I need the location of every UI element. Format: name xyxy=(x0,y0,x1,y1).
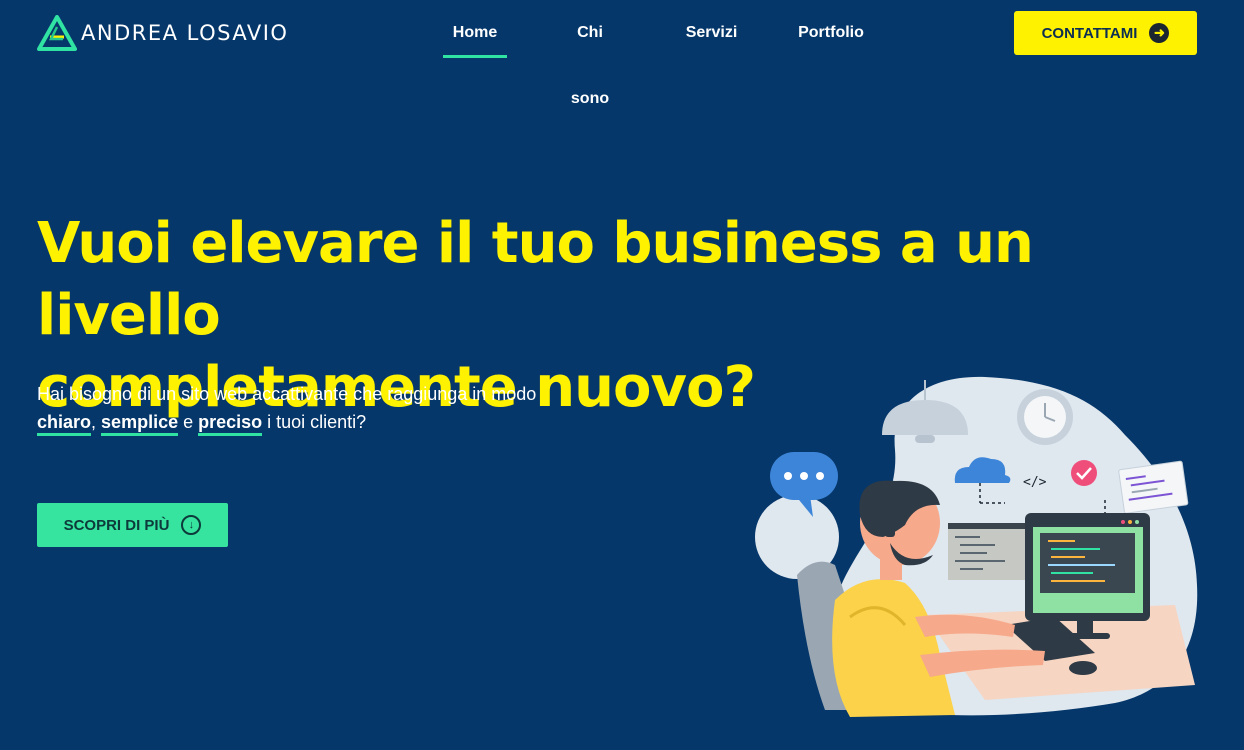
nav-item-chi-sono[interactable]: Chi sono xyxy=(557,0,623,107)
code-card-small xyxy=(1118,460,1189,514)
triangle-logo-icon xyxy=(37,15,77,51)
code-card-grey xyxy=(948,523,1028,580)
separator-comma: , xyxy=(91,412,102,432)
contact-button[interactable]: CONTATTAMI ➜ xyxy=(1014,11,1197,55)
hero-title-line-1: Vuoi elevare il tuo business a un livell… xyxy=(37,211,1034,348)
mouse-icon xyxy=(1069,661,1097,675)
brand-name: ANDREA LOSAVIO xyxy=(81,21,289,45)
brand-logo[interactable]: ANDREA LOSAVIO xyxy=(37,15,288,51)
developer-illustration: </> xyxy=(755,376,1198,717)
contact-button-label: CONTATTAMI xyxy=(1041,24,1138,42)
hero-subtitle-line-1: Hai bisogno di un sito web accattivante … xyxy=(37,384,537,404)
highlight-chiaro: chiaro xyxy=(37,412,92,436)
discover-more-label: SCOPRI DI PIÙ xyxy=(63,516,170,534)
wall-clock-icon xyxy=(1017,389,1073,445)
nav-item-home[interactable]: Home xyxy=(443,0,507,58)
nav-item-servizi[interactable]: Servizi xyxy=(684,0,739,58)
arrow-right-circle-icon: ➜ xyxy=(1149,23,1170,43)
main-nav: Home Chi sono Servizi Portfolio xyxy=(443,0,866,107)
check-badge-icon xyxy=(1071,460,1097,486)
arrow-down-circle-icon: ↓ xyxy=(181,515,202,535)
hero-subtitle-end: i tuoi clienti? xyxy=(262,412,367,432)
code-tag-icon: </> xyxy=(1023,475,1047,490)
separator-e: e xyxy=(178,412,199,432)
highlight-semplice: semplice xyxy=(101,412,179,436)
discover-more-button[interactable]: SCOPRI DI PIÙ ↓ xyxy=(37,503,228,547)
highlight-preciso: preciso xyxy=(198,412,263,436)
nav-item-portfolio[interactable]: Portfolio xyxy=(796,0,866,58)
hero-subtitle: Hai bisogno di un sito web accattivante … xyxy=(37,380,597,436)
